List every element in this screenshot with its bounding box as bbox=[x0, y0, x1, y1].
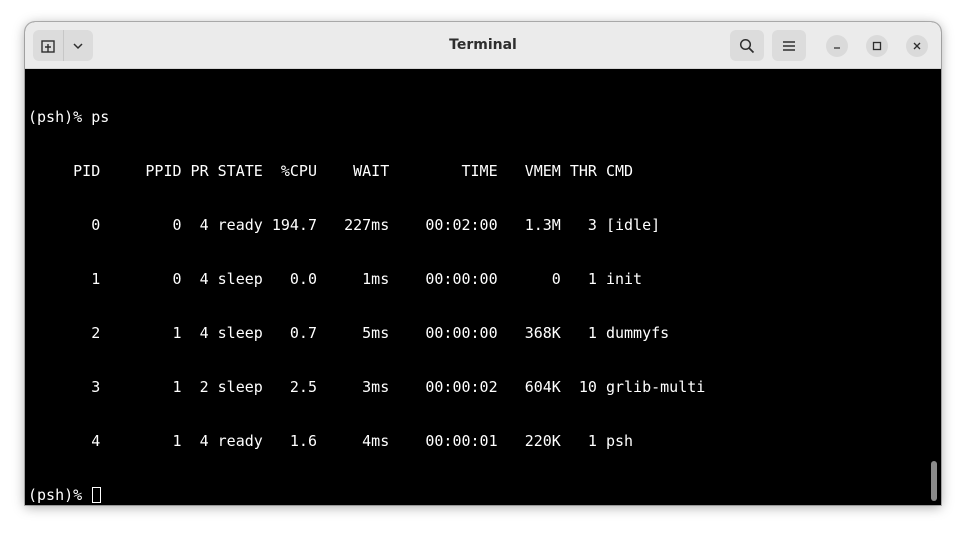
search-button[interactable] bbox=[730, 30, 764, 61]
terminal-output: (psh)% ps PID PPID PR STATE %CPU WAIT TI… bbox=[28, 72, 705, 505]
new-tab-button[interactable] bbox=[33, 30, 63, 61]
process-row: 4 1 4 ready 1.6 4ms 00:00:01 220K 1 psh bbox=[28, 432, 634, 450]
tab-menu-button[interactable] bbox=[64, 30, 94, 61]
close-button[interactable] bbox=[906, 35, 928, 57]
process-row: 2 1 4 sleep 0.7 5ms 00:00:00 368K 1 dumm… bbox=[28, 324, 670, 342]
close-icon bbox=[913, 42, 921, 50]
maximize-icon bbox=[872, 41, 882, 51]
main-menu-button[interactable] bbox=[772, 30, 806, 61]
scrollbar-thumb[interactable] bbox=[931, 461, 937, 501]
text-cursor bbox=[92, 487, 102, 503]
hamburger-menu-icon bbox=[783, 40, 795, 51]
title-bar[interactable]: Terminal bbox=[25, 22, 941, 69]
prompt-line[interactable]: (psh)% bbox=[28, 486, 705, 504]
new-tab-button-group bbox=[33, 30, 93, 61]
process-table-header: PID PPID PR STATE %CPU WAIT TIME VMEM TH… bbox=[28, 162, 634, 180]
shell-prompt: (psh)% bbox=[28, 486, 92, 504]
minimize-button[interactable] bbox=[826, 35, 848, 57]
search-icon bbox=[739, 38, 755, 53]
terminal-window: Terminal (psh)% ps PID PPID PR STATE %CP… bbox=[25, 22, 941, 505]
terminal-line: (psh)% ps bbox=[28, 108, 110, 126]
maximize-button[interactable] bbox=[866, 35, 888, 57]
new-tab-icon bbox=[41, 39, 55, 53]
process-row: 3 1 2 sleep 2.5 3ms 00:00:02 604K 10 grl… bbox=[28, 378, 706, 396]
minimize-icon bbox=[834, 47, 840, 49]
process-row: 0 0 4 ready 194.7 227ms 00:02:00 1.3M 3 … bbox=[28, 216, 661, 234]
process-row: 1 0 4 sleep 0.0 1ms 00:00:00 0 1 init bbox=[28, 270, 643, 288]
terminal-view[interactable]: (psh)% ps PID PPID PR STATE %CPU WAIT TI… bbox=[25, 69, 941, 505]
chevron-down-icon bbox=[73, 42, 83, 49]
